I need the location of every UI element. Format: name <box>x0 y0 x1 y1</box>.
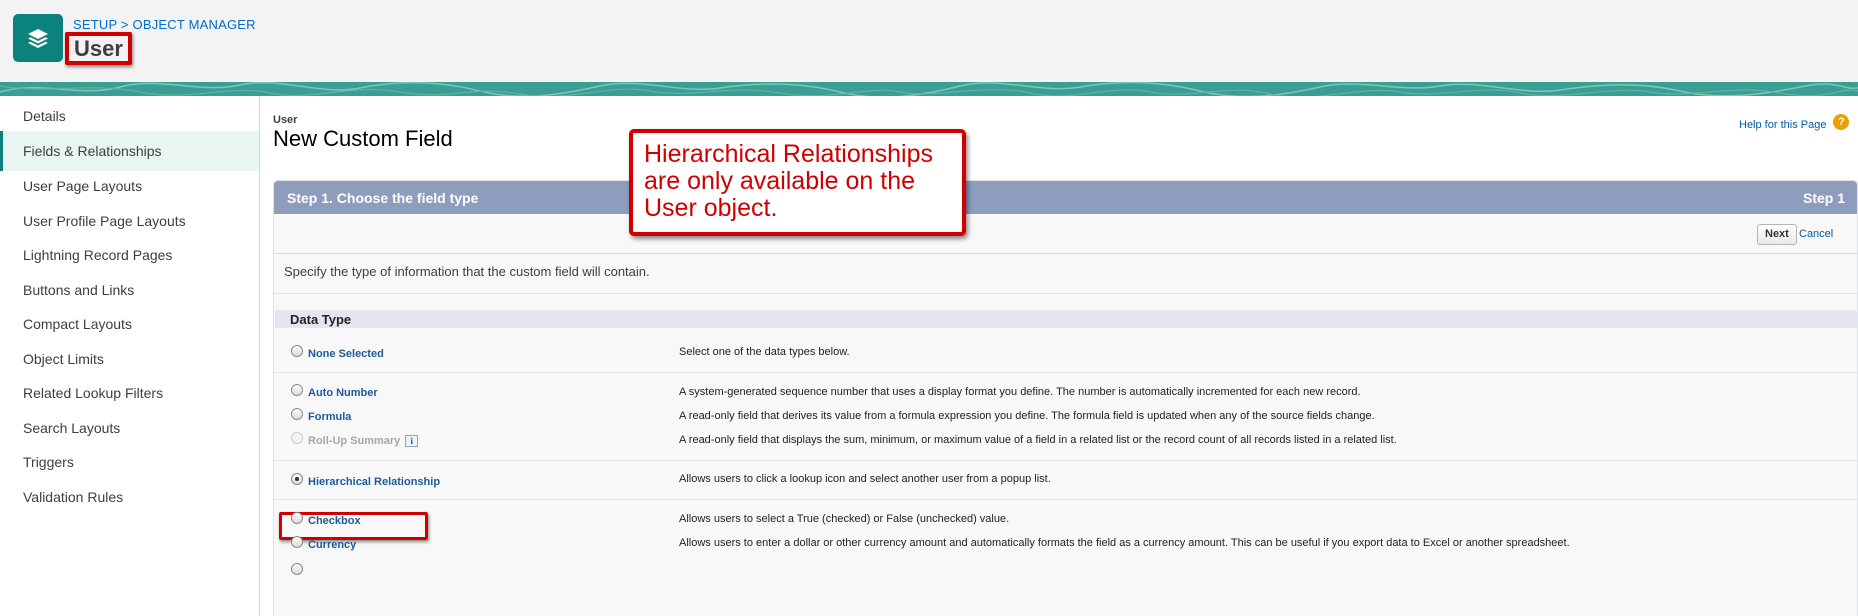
radio-button[interactable] <box>291 536 303 548</box>
info-icon[interactable]: i <box>405 435 419 447</box>
option-description: Allows users to click a lookup icon and … <box>679 473 1051 485</box>
main-content: User New Custom Field Help for this Page… <box>260 96 1858 616</box>
formula-option[interactable]: Formula <box>291 408 351 423</box>
annotation-callout: Hierarchical Relationships are only avai… <box>629 129 966 236</box>
option-label: Roll-Up Summary <box>308 435 401 447</box>
page-header: SETUP > OBJECT MANAGER User <box>0 0 1858 82</box>
group-separator <box>274 372 1857 373</box>
sidebar-item-validation-rules[interactable]: Validation Rules <box>0 477 259 517</box>
sidebar-item-related-lookup-filters[interactable]: Related Lookup Filters <box>0 373 259 413</box>
step-header: Step 1. Choose the field type Step 1 <box>274 181 1857 214</box>
radio-button[interactable] <box>291 563 303 575</box>
hierarchical-relationship-option[interactable]: Hierarchical Relationship <box>291 473 440 488</box>
option-description: Allows users to enter a dollar or other … <box>679 537 1570 549</box>
callout-text: Hierarchical Relationships are only avai… <box>644 140 934 222</box>
option-label[interactable]: Formula <box>308 411 351 423</box>
radio-button <box>291 432 303 444</box>
radio-button[interactable] <box>291 512 303 524</box>
sidebar-item-fields-relationships[interactable]: Fields & Relationships <box>0 131 259 171</box>
radio-button[interactable] <box>291 408 303 420</box>
option-label[interactable]: Checkbox <box>308 515 361 527</box>
radio-button[interactable] <box>291 345 303 357</box>
option-label[interactable]: Auto Number <box>308 387 378 399</box>
cancel-link[interactable]: Cancel <box>1799 228 1833 240</box>
option-label[interactable]: None Selected <box>308 348 384 360</box>
sidebar: Details Fields & Relationships User Page… <box>0 96 260 616</box>
data-type-section-header: Data Type <box>275 310 1858 328</box>
radio-button[interactable] <box>291 473 303 485</box>
layers-icon <box>13 14 63 62</box>
currency-option[interactable]: Currency <box>291 536 356 551</box>
step-title: Step 1. Choose the field type <box>287 190 479 206</box>
help-link[interactable]: Help for this Page ? <box>1739 114 1850 131</box>
next-button[interactable]: Next <box>1757 224 1797 245</box>
sidebar-item-details[interactable]: Details <box>0 96 259 136</box>
none-selected-option[interactable]: None Selected <box>291 345 384 360</box>
sidebar-item-lightning-record-pages[interactable]: Lightning Record Pages <box>0 235 259 275</box>
roll-up-summary-option: Roll-Up Summary i <box>291 432 419 447</box>
option-label[interactable]: Currency <box>308 539 356 551</box>
option-description: A read-only field that derives its value… <box>679 410 1375 422</box>
step-panel: Step 1. Choose the field type Step 1 Nex… <box>273 180 1858 616</box>
main-title: New Custom Field <box>273 126 453 151</box>
breadcrumb-object-manager-link[interactable]: OBJECT MANAGER <box>133 17 256 32</box>
sidebar-item-triggers[interactable]: Triggers <box>0 442 259 482</box>
divider <box>274 293 1857 294</box>
radio-button[interactable] <box>291 384 303 396</box>
breadcrumb-setup-link[interactable]: SETUP <box>73 17 117 32</box>
option-description: A read-only field that displays the sum,… <box>679 434 1397 446</box>
breadcrumb-separator: > <box>120 17 129 32</box>
checkbox-option[interactable]: Checkbox <box>291 512 361 527</box>
object-label: User <box>273 114 298 126</box>
step-number: Step 1 <box>1802 190 1845 206</box>
instructions-text: Specify the type of information that the… <box>284 264 650 279</box>
page-title-highlight: User <box>65 32 132 65</box>
option-description: A system-generated sequence number that … <box>679 386 1361 398</box>
header-decorative-band <box>0 82 1858 96</box>
option-description: Select one of the data types below. <box>679 346 850 358</box>
auto-number-option[interactable]: Auto Number <box>291 384 378 399</box>
breadcrumb: SETUP > OBJECT MANAGER <box>73 17 256 32</box>
question-icon[interactable]: ? <box>1833 114 1850 130</box>
data-type-heading: Data Type <box>290 312 352 327</box>
help-link-label[interactable]: Help for this Page <box>1739 119 1826 131</box>
option-description: Allows users to select a True (checked) … <box>679 513 1010 525</box>
option-label[interactable]: Hierarchical Relationship <box>308 476 440 488</box>
group-separator <box>274 460 1857 461</box>
sidebar-item-user-page-layouts[interactable]: User Page Layouts <box>0 166 259 206</box>
sidebar-item-compact-layouts[interactable]: Compact Layouts <box>0 304 259 344</box>
button-row: Next Cancel <box>274 214 1857 254</box>
group-separator <box>274 499 1857 500</box>
page-title: User <box>74 36 123 61</box>
